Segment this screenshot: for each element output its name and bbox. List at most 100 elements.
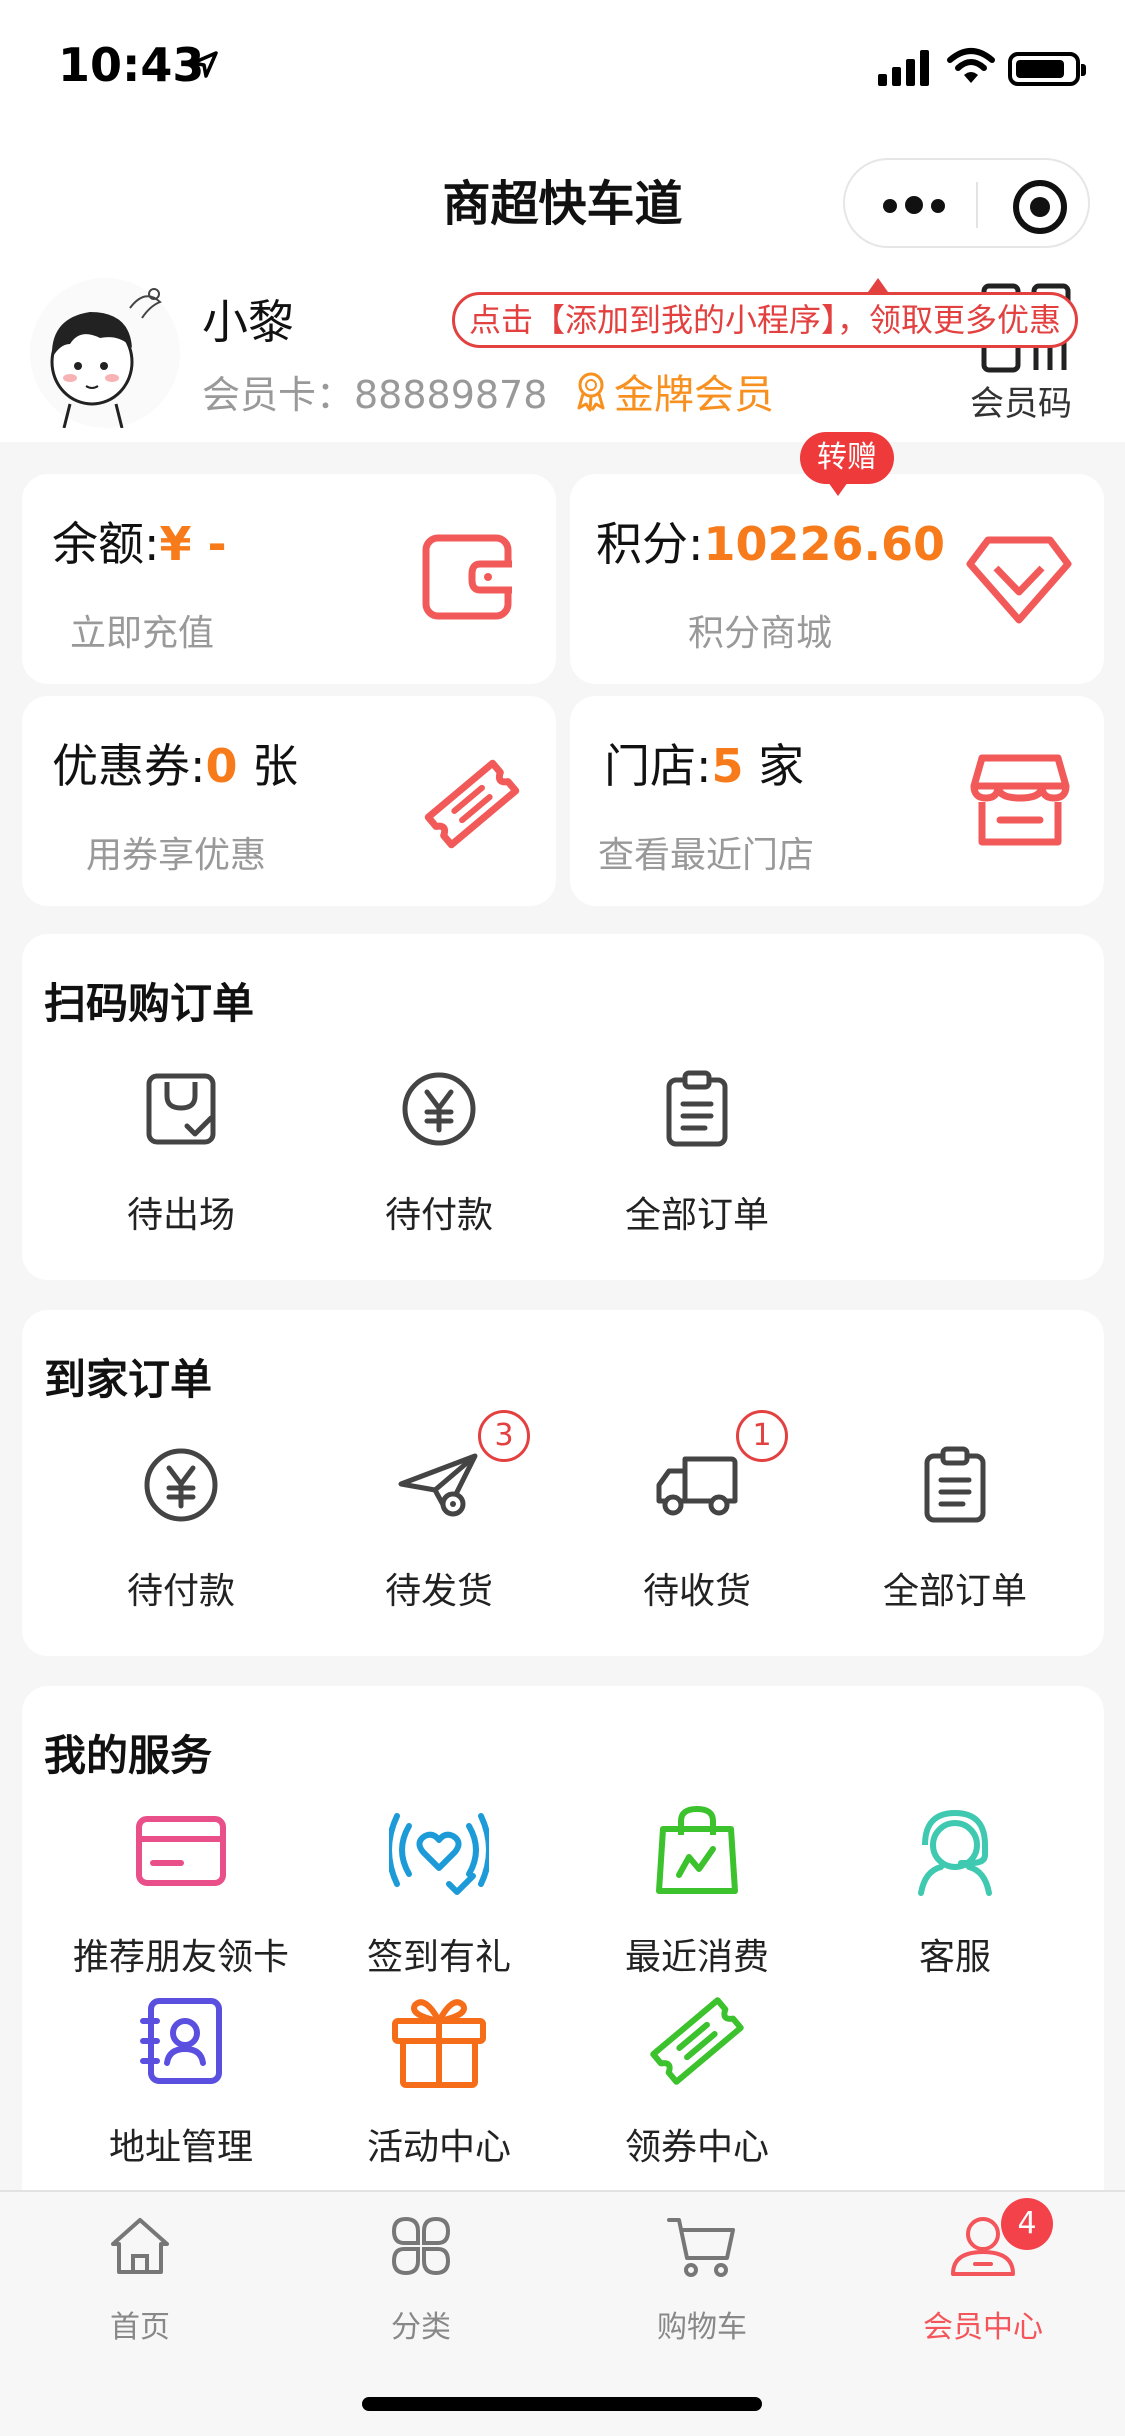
location-arrow-icon xyxy=(191,51,218,78)
member-center-page: 10:43 商超快车道 小黎 会员卡：88889878 金牌会员 点击【添加到我… xyxy=(0,0,1125,2436)
nearby-stores-link[interactable]: 查看最近门店 xyxy=(598,826,814,878)
add-miniprogram-tip[interactable]: 点击【添加到我的小程序】，领取更多优惠 xyxy=(452,292,1079,348)
gift-icon xyxy=(392,1999,486,2088)
transfer-gift-badge[interactable]: 转赠 xyxy=(800,432,894,496)
scan-orders-section: 扫码购订单 待出场 待付款 全部订单 xyxy=(22,934,1104,1280)
coupons-card[interactable]: 优惠券:0 张 用券享优惠 xyxy=(22,696,556,906)
cellular-signal-icon xyxy=(878,50,929,86)
tab-category[interactable]: 分类 xyxy=(321,2204,521,2346)
stores-value: 5 xyxy=(711,739,744,793)
card-icon xyxy=(136,1816,226,1886)
yen-circle-icon xyxy=(144,1448,218,1522)
shopping-bag-icon xyxy=(656,1805,738,1894)
coupons-unit: 张 xyxy=(237,739,299,793)
tab-label: 首页 xyxy=(110,2310,170,2345)
tip-arrow xyxy=(868,278,888,292)
home-icon xyxy=(111,2218,169,2274)
tab-cart[interactable]: 购物车 xyxy=(602,2204,802,2346)
tab-label: 购物车 xyxy=(657,2310,747,2345)
service-activity-center[interactable]: 活动中心 xyxy=(310,1986,568,2170)
coupons-label: 优惠券: xyxy=(52,739,206,793)
service-customer-support[interactable]: 客服 xyxy=(826,1796,1084,1980)
home-order-label: 待付款 xyxy=(126,1571,235,1612)
points-mall-link[interactable]: 积分商城 xyxy=(688,604,832,656)
points-card[interactable]: 积分:10226.60 积分商城 xyxy=(570,474,1104,684)
diamond-icon xyxy=(966,536,1072,624)
yen-circle-icon xyxy=(402,1072,476,1146)
service-address-management[interactable]: 地址管理 xyxy=(52,1986,310,2170)
ticket-icon xyxy=(650,1997,744,2085)
service-label: 客服 xyxy=(918,1937,991,1978)
coupons-value: 0 xyxy=(205,739,238,793)
avatar[interactable] xyxy=(30,278,180,428)
balance-value: ¥ - xyxy=(159,517,227,571)
stores-card[interactable]: 门店:5 家 查看最近门店 xyxy=(570,696,1104,906)
home-orders-title: 到家订单 xyxy=(44,1355,213,1404)
stores-unit: 家 xyxy=(743,739,805,793)
home-order-pending-receipt[interactable]: 1 待收货 xyxy=(568,1410,826,1614)
tab-label: 分类 xyxy=(391,2310,451,2345)
service-label: 地址管理 xyxy=(108,2127,253,2168)
service-coupon-center[interactable]: 领券中心 xyxy=(568,1986,826,2170)
battery-icon xyxy=(1008,52,1086,86)
service-label: 最近消费 xyxy=(624,1937,769,1978)
status-time: 10:43 xyxy=(58,38,205,92)
home-indicator[interactable] xyxy=(362,2397,762,2411)
headset-icon xyxy=(918,1809,992,1896)
scan-order-all[interactable]: 全部订单 xyxy=(568,1054,826,1238)
coupons-sub[interactable]: 用券享优惠 xyxy=(86,826,266,878)
home-order-label: 全部订单 xyxy=(882,1571,1027,1612)
home-order-label: 待收货 xyxy=(642,1571,751,1612)
service-refer-friend[interactable]: 推荐朋友领卡 xyxy=(52,1796,310,1980)
service-label: 签到有礼 xyxy=(366,1937,511,1978)
service-recent-spending[interactable]: 最近消费 xyxy=(568,1796,826,1980)
scan-order-label: 待付款 xyxy=(384,1195,493,1236)
tab-member-center[interactable]: 4 会员中心 xyxy=(883,2198,1083,2346)
home-order-label: 待发货 xyxy=(384,1571,493,1612)
home-order-pending-shipment[interactable]: 3 待发货 xyxy=(310,1410,568,1614)
miniprogram-capsule xyxy=(843,158,1090,248)
tab-label: 会员中心 xyxy=(923,2310,1043,2345)
user-name: 小黎 xyxy=(202,295,294,349)
close-miniprogram-icon[interactable] xyxy=(1013,180,1067,234)
status-bar: 10:43 xyxy=(0,0,1125,136)
home-order-pending-payment[interactable]: 待付款 xyxy=(52,1430,310,1614)
scan-orders-title: 扫码购订单 xyxy=(44,979,255,1028)
coupon-icon xyxy=(424,759,520,849)
bag-check-icon xyxy=(146,1073,216,1145)
address-book-icon xyxy=(140,1998,222,2084)
more-menu-icon[interactable] xyxy=(883,196,953,217)
recharge-link[interactable]: 立即充值 xyxy=(70,604,214,656)
profile-header: 小黎 会员卡：88889878 金牌会员 点击【添加到我的小程序】，领取更多优惠… xyxy=(0,272,1125,442)
member-level-badge: 金牌会员 xyxy=(572,362,774,420)
pending-receipt-count-badge: 1 xyxy=(736,1410,788,1462)
stores-label: 门店: xyxy=(604,739,712,793)
points-value: 10226.60 xyxy=(703,517,946,571)
clipboard-icon xyxy=(666,1070,728,1147)
services-title: 我的服务 xyxy=(44,1731,213,1780)
heart-signal-icon xyxy=(389,1813,489,1895)
member-qr-label[interactable]: 会员码 xyxy=(970,376,1072,425)
balance-label: 余额: xyxy=(52,517,160,571)
member-level-label: 金牌会员 xyxy=(614,372,774,418)
service-label: 推荐朋友领卡 xyxy=(72,1937,289,1978)
pending-shipment-count-badge: 3 xyxy=(478,1410,530,1462)
balance-card[interactable]: 余额:¥ - 立即充值 xyxy=(22,474,556,684)
medal-icon xyxy=(577,372,605,412)
category-icon xyxy=(391,2216,451,2276)
truck-icon xyxy=(656,1456,738,1516)
my-services-section: 我的服务 推荐朋友领卡 签到有礼 最近消费 客服 地址管理 活动中心 领券中心 xyxy=(22,1686,1104,2226)
cart-icon xyxy=(667,2218,735,2277)
service-check-in[interactable]: 签到有礼 xyxy=(310,1796,568,1980)
service-label: 活动中心 xyxy=(366,2127,511,2168)
tab-home[interactable]: 首页 xyxy=(40,2204,240,2346)
scan-order-pending-payment[interactable]: 待付款 xyxy=(310,1054,568,1238)
scan-order-pending-exit[interactable]: 待出场 xyxy=(52,1054,310,1238)
member-card-number: 会员卡：88889878 xyxy=(202,373,548,417)
wallet-icon xyxy=(422,534,512,620)
wifi-icon xyxy=(947,48,995,83)
scan-order-label: 待出场 xyxy=(126,1195,235,1236)
clipboard-icon xyxy=(924,1446,986,1523)
home-order-all[interactable]: 全部订单 xyxy=(826,1430,1084,1614)
points-label: 积分: xyxy=(596,517,704,571)
